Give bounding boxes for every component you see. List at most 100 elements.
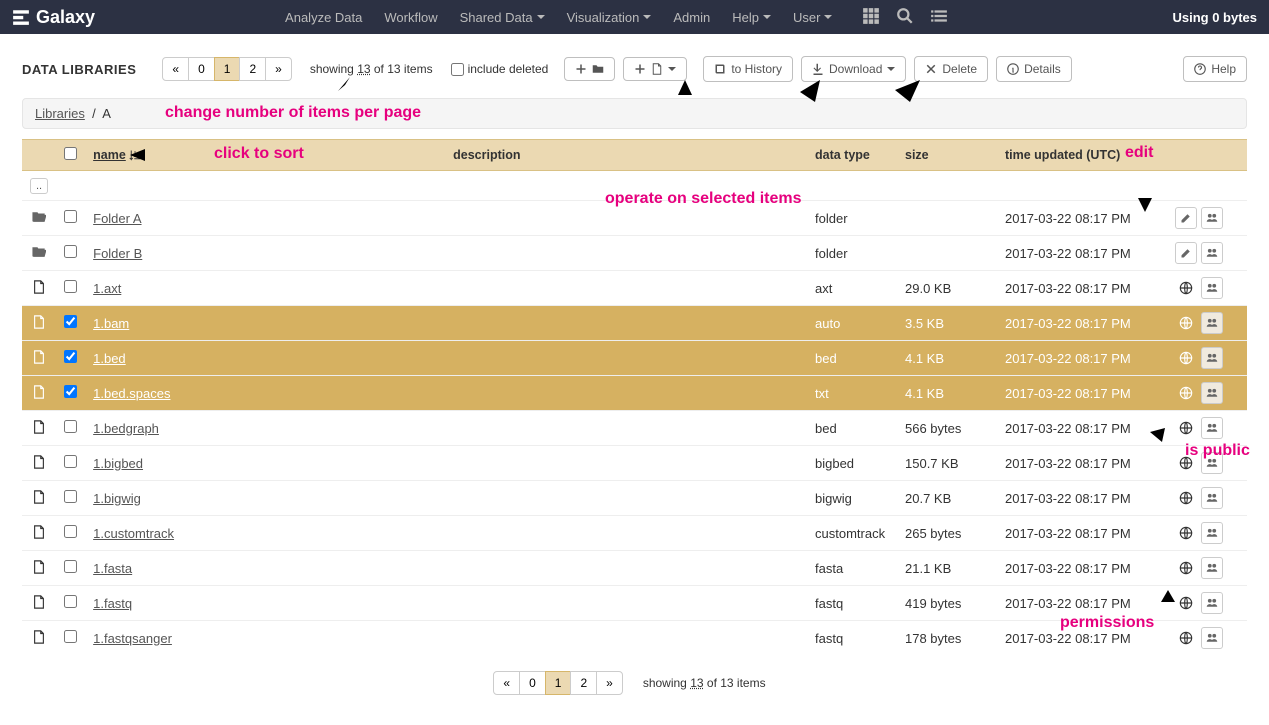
public-indicator: [1175, 452, 1197, 474]
breadcrumb-root[interactable]: Libraries: [35, 106, 85, 121]
row-checkbox[interactable]: [64, 350, 77, 363]
row-checkbox[interactable]: [64, 315, 77, 328]
public-indicator: [1175, 487, 1197, 509]
permissions-button[interactable]: [1201, 452, 1223, 474]
pager-page-0[interactable]: 0: [519, 671, 546, 695]
parent-folder-row[interactable]: ..: [22, 171, 1247, 201]
item-datatype: bed: [807, 341, 897, 376]
row-checkbox[interactable]: [64, 595, 77, 608]
row-checkbox[interactable]: [64, 280, 77, 293]
pager-page-«[interactable]: «: [493, 671, 520, 695]
permissions-button[interactable]: [1201, 522, 1223, 544]
list-icon[interactable]: [930, 7, 948, 28]
item-name-link[interactable]: Folder B: [93, 246, 142, 261]
items-per-page-link[interactable]: 13: [357, 62, 370, 76]
globe-icon: [1179, 316, 1193, 330]
sort-by-name[interactable]: name: [93, 148, 141, 162]
public-indicator: [1175, 277, 1197, 299]
public-indicator: [1175, 382, 1197, 404]
item-name-link[interactable]: 1.fastqsanger: [93, 631, 172, 646]
users-icon: [1206, 317, 1218, 329]
item-size: 21.1 KB: [897, 551, 997, 586]
public-indicator: [1175, 347, 1197, 369]
include-deleted-checkbox[interactable]: [451, 63, 464, 76]
row-checkbox[interactable]: [64, 420, 77, 433]
showing-count: showing 13 of 13 items: [310, 62, 433, 76]
include-deleted-toggle[interactable]: include deleted: [451, 62, 549, 76]
permissions-button[interactable]: [1201, 627, 1223, 649]
edit-button[interactable]: [1175, 242, 1197, 264]
file-icon: [32, 490, 46, 504]
up-folder-icon[interactable]: ..: [30, 178, 48, 194]
delete-button[interactable]: Delete: [914, 56, 988, 82]
row-checkbox[interactable]: [64, 525, 77, 538]
pager-page-2[interactable]: 2: [239, 57, 266, 81]
item-size: 20.7 KB: [897, 481, 997, 516]
permissions-button[interactable]: [1201, 557, 1223, 579]
item-name-link[interactable]: 1.fasta: [93, 561, 132, 576]
pager-page-2[interactable]: 2: [570, 671, 597, 695]
table-row: 1.bamauto3.5 KB2017-03-22 08:17 PM: [22, 306, 1247, 341]
row-checkbox[interactable]: [64, 385, 77, 398]
item-size: [897, 201, 997, 236]
item-name-link[interactable]: 1.customtrack: [93, 526, 174, 541]
nav-help[interactable]: Help: [722, 3, 781, 32]
col-description: description: [445, 140, 807, 171]
item-name-link[interactable]: 1.fastq: [93, 596, 132, 611]
edit-button[interactable]: [1175, 207, 1197, 229]
nav-analyze-data[interactable]: Analyze Data: [275, 3, 372, 32]
nav-user[interactable]: User: [783, 3, 842, 32]
permissions-button[interactable]: [1201, 487, 1223, 509]
help-button[interactable]: Help: [1183, 56, 1247, 82]
permissions-button[interactable]: [1201, 382, 1223, 404]
item-name-link[interactable]: 1.bigbed: [93, 456, 143, 471]
permissions-button[interactable]: [1201, 592, 1223, 614]
permissions-button[interactable]: [1201, 277, 1223, 299]
pager-page-1[interactable]: 1: [214, 57, 241, 81]
item-time: 2017-03-22 08:17 PM: [997, 306, 1167, 341]
permissions-button[interactable]: [1201, 417, 1223, 439]
folder-icon: [32, 210, 46, 224]
row-checkbox[interactable]: [64, 490, 77, 503]
pager-page-»[interactable]: »: [265, 57, 292, 81]
add-datasets-button[interactable]: [623, 57, 687, 81]
row-checkbox[interactable]: [64, 455, 77, 468]
item-size: 265 bytes: [897, 516, 997, 551]
nav-workflow[interactable]: Workflow: [374, 3, 447, 32]
item-name-link[interactable]: 1.axt: [93, 281, 121, 296]
item-datatype: folder: [807, 201, 897, 236]
row-checkbox[interactable]: [64, 560, 77, 573]
permissions-button[interactable]: [1201, 207, 1223, 229]
item-name-link[interactable]: 1.bed.spaces: [93, 386, 170, 401]
public-indicator: [1175, 417, 1197, 439]
pager-page-»[interactable]: »: [596, 671, 623, 695]
download-button[interactable]: Download: [801, 56, 906, 82]
select-all-checkbox[interactable]: [64, 147, 77, 160]
brand[interactable]: Galaxy: [12, 7, 95, 28]
breadcrumb-current: A: [102, 106, 111, 121]
pager-page-1[interactable]: 1: [545, 671, 572, 695]
details-button[interactable]: Details: [996, 56, 1072, 82]
search-icon[interactable]: [896, 7, 914, 28]
nav-shared-data[interactable]: Shared Data: [450, 3, 555, 32]
pager-page-0[interactable]: 0: [188, 57, 215, 81]
items-per-page-link-bottom[interactable]: 13: [690, 676, 703, 690]
grid-icon[interactable]: [862, 7, 880, 28]
item-name-link[interactable]: 1.bigwig: [93, 491, 141, 506]
permissions-button[interactable]: [1201, 312, 1223, 334]
item-name-link[interactable]: 1.bed: [93, 351, 126, 366]
permissions-button[interactable]: [1201, 242, 1223, 264]
row-checkbox[interactable]: [64, 630, 77, 643]
permissions-button[interactable]: [1201, 347, 1223, 369]
to-history-button[interactable]: to History: [703, 56, 793, 82]
item-name-link[interactable]: 1.bedgraph: [93, 421, 159, 436]
pager-page-«[interactable]: «: [162, 57, 189, 81]
row-checkbox[interactable]: [64, 210, 77, 223]
table-row: 1.bedbed4.1 KB2017-03-22 08:17 PM: [22, 341, 1247, 376]
add-folder-button[interactable]: [564, 57, 615, 81]
nav-visualization[interactable]: Visualization: [557, 3, 662, 32]
row-checkbox[interactable]: [64, 245, 77, 258]
nav-admin[interactable]: Admin: [663, 3, 720, 32]
item-name-link[interactable]: 1.bam: [93, 316, 129, 331]
item-name-link[interactable]: Folder A: [93, 211, 141, 226]
